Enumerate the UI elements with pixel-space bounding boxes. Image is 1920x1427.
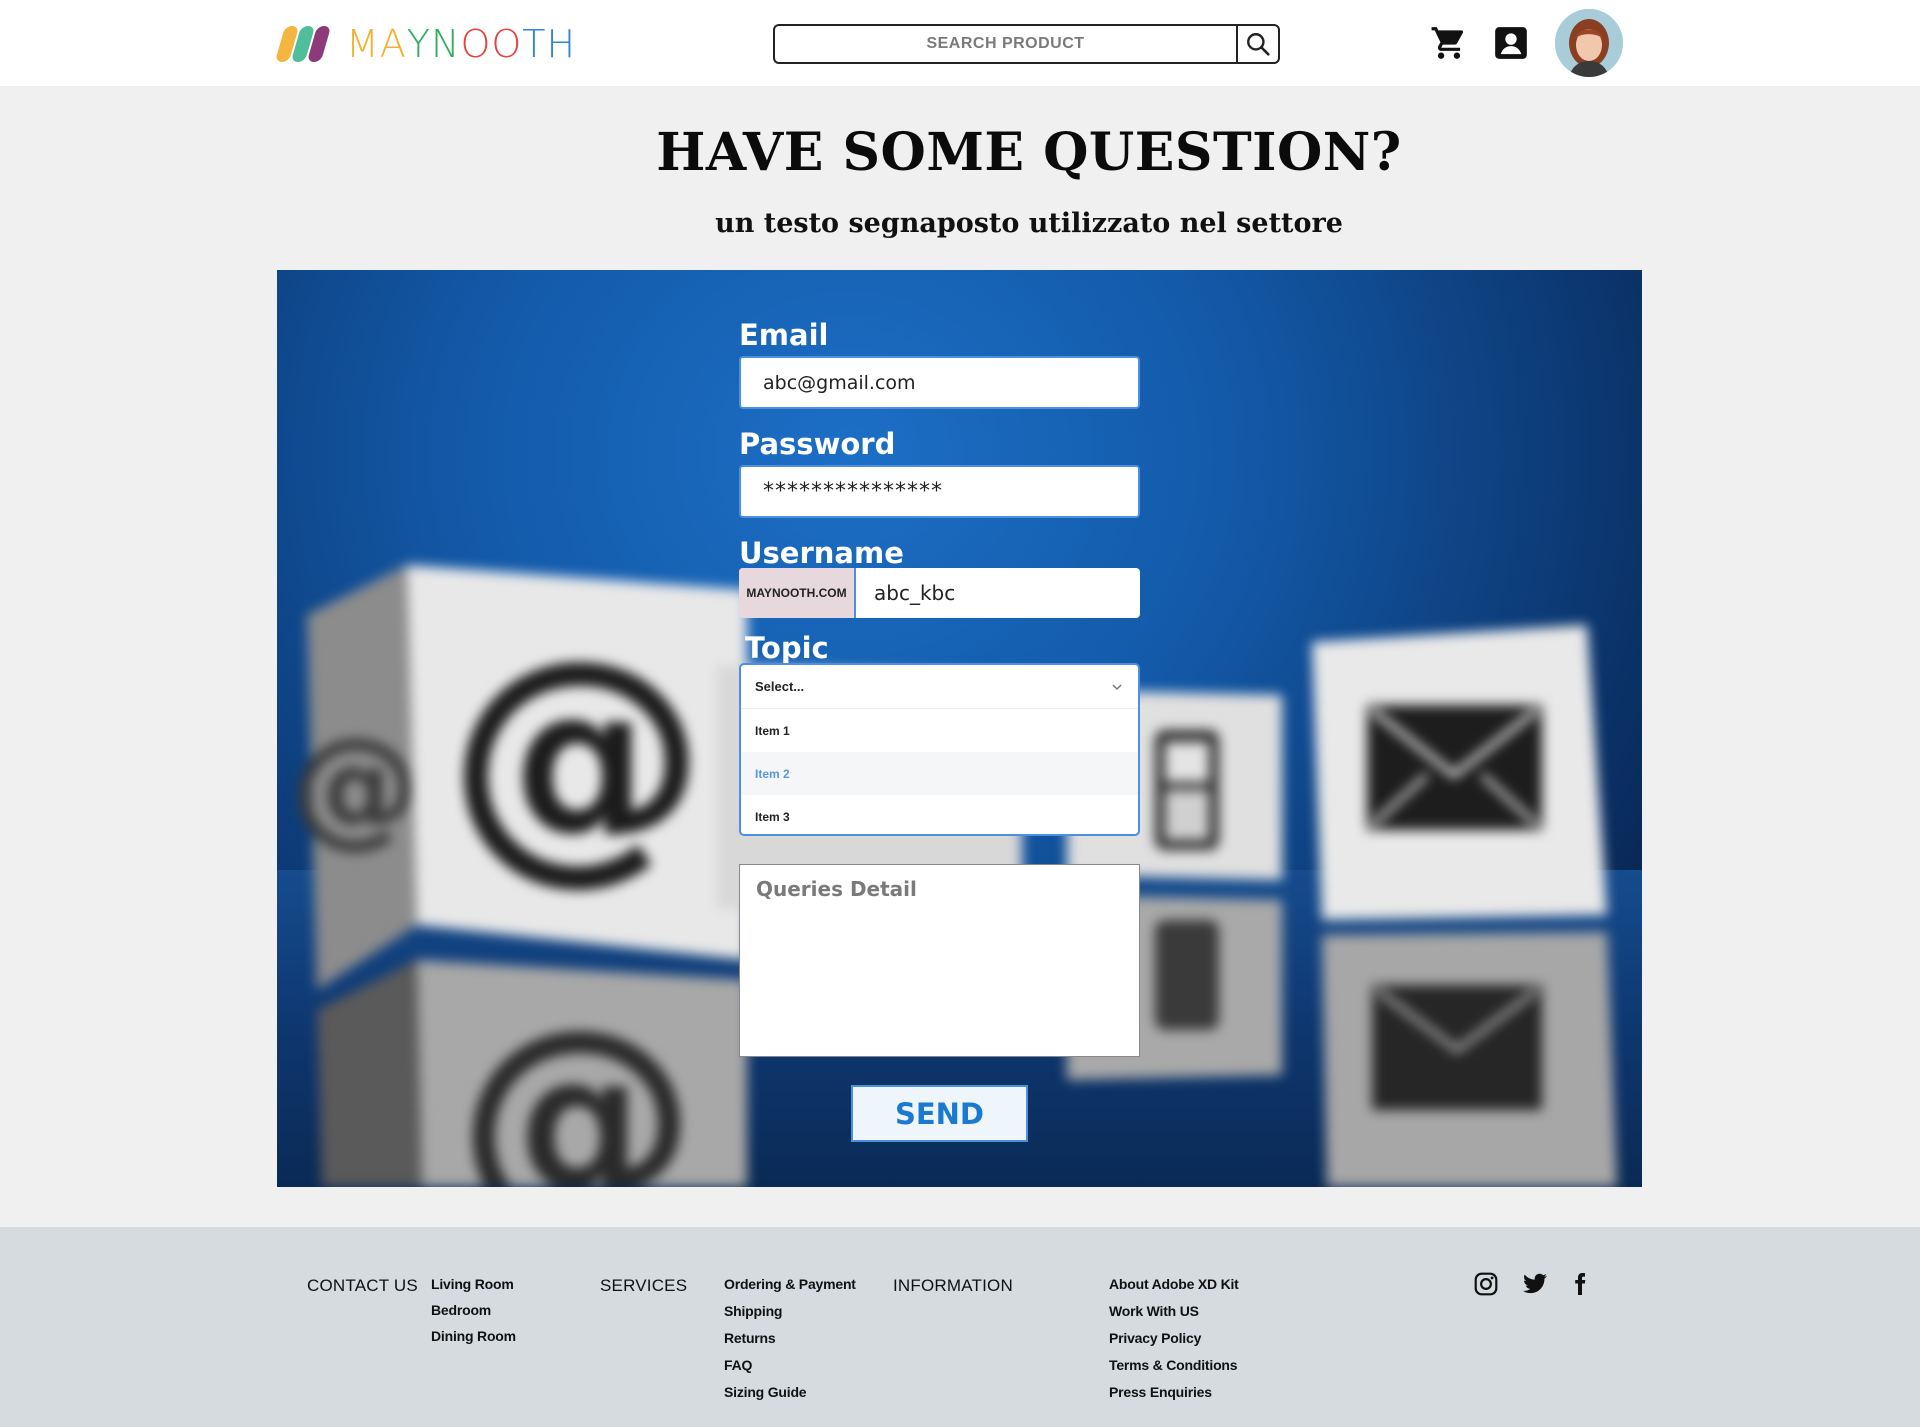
site-footer: CONTACT US Living Room Bedroom Dining Ro… xyxy=(0,1227,1920,1427)
contact-form: Email abc@gmail.com Password ***********… xyxy=(277,270,1642,1187)
search-icon xyxy=(1247,33,1270,56)
topic-option[interactable]: Item 2 xyxy=(741,752,1138,795)
avatar[interactable] xyxy=(1555,9,1623,77)
site-header: M A Y N O O T H xyxy=(0,0,1920,86)
footer-services-links: Ordering & Payment Shipping Returns FAQ … xyxy=(724,1276,856,1411)
send-button[interactable]: SEND xyxy=(851,1085,1028,1142)
topic-option[interactable]: Item 3 xyxy=(741,795,1138,834)
twitter-icon[interactable] xyxy=(1521,1271,1549,1297)
footer-link[interactable]: Ordering & Payment xyxy=(724,1276,856,1303)
username-label: Username xyxy=(739,536,904,570)
brand-letter: M xyxy=(346,22,380,66)
footer-link[interactable]: Returns xyxy=(724,1330,856,1357)
footer-link[interactable]: Work With US xyxy=(1109,1303,1239,1330)
brand-letter: A xyxy=(379,22,407,66)
search-input[interactable] xyxy=(775,26,1236,62)
brand-letter: T xyxy=(522,22,547,66)
footer-link[interactable]: FAQ xyxy=(724,1357,856,1384)
footer-link[interactable]: Shipping xyxy=(724,1303,856,1330)
email-label: Email xyxy=(739,318,829,352)
topic-select: Select... Item 1 Item 2 Item 3 xyxy=(739,663,1140,836)
footer-link[interactable]: Bedroom xyxy=(431,1302,516,1328)
footer-link[interactable]: Press Enquiries xyxy=(1109,1384,1239,1411)
chevron-down-icon xyxy=(1112,683,1122,690)
password-field[interactable]: *************** xyxy=(739,465,1140,518)
brand-letter: H xyxy=(546,22,577,66)
footer-heading-contact: CONTACT US xyxy=(307,1276,418,1295)
search-bar xyxy=(773,24,1280,64)
logo-mark-icon xyxy=(274,24,332,64)
instagram-icon[interactable] xyxy=(1473,1271,1499,1297)
page-title: HAVE SOME QUESTION? xyxy=(656,122,1402,183)
footer-contact-links: Living Room Bedroom Dining Room xyxy=(431,1276,516,1354)
username-field: MAYNOOTH.COM abc_kbc xyxy=(739,568,1140,618)
footer-link[interactable]: About Adobe XD Kit xyxy=(1109,1276,1239,1303)
username-prefix: MAYNOOTH.COM xyxy=(739,568,856,618)
brand-letter: N xyxy=(431,22,461,66)
brand-logo[interactable]: M A Y N O O T H xyxy=(274,22,576,66)
brand-name: M A Y N O O T H xyxy=(346,22,576,66)
password-label: Password xyxy=(739,427,896,461)
brand-letter: O xyxy=(491,22,523,66)
footer-information-links: About Adobe XD Kit Work With US Privacy … xyxy=(1109,1276,1239,1411)
search-button[interactable] xyxy=(1236,26,1278,62)
cart-icon[interactable] xyxy=(1430,24,1468,62)
footer-link[interactable]: Living Room xyxy=(431,1276,516,1302)
contact-hero: @ @ @ Email abc@gmail.com Password *****… xyxy=(277,270,1642,1187)
account-icon[interactable] xyxy=(1492,24,1530,62)
page-subtitle: un testo segnaposto utilizzato nel setto… xyxy=(715,208,1343,239)
footer-link[interactable]: Dining Room xyxy=(431,1328,516,1354)
footer-link[interactable]: Sizing Guide xyxy=(724,1384,856,1411)
footer-link[interactable]: Privacy Policy xyxy=(1109,1330,1239,1357)
topic-select-toggle[interactable]: Select... xyxy=(741,665,1138,709)
footer-link[interactable]: Terms & Conditions xyxy=(1109,1357,1239,1384)
email-field[interactable]: abc@gmail.com xyxy=(739,356,1140,409)
facebook-icon[interactable] xyxy=(1568,1271,1592,1297)
user-photo xyxy=(1555,9,1623,77)
username-input[interactable]: abc_kbc xyxy=(856,568,1140,618)
brand-letter: O xyxy=(460,22,492,66)
topic-option[interactable]: Item 1 xyxy=(741,709,1138,752)
footer-heading-information: INFORMATION xyxy=(893,1276,1013,1295)
queries-textarea[interactable]: Queries Detail xyxy=(739,864,1140,1057)
brand-letter: Y xyxy=(406,22,432,66)
footer-heading-services: SERVICES xyxy=(600,1276,688,1295)
topic-label: Topic xyxy=(745,631,829,665)
topic-select-value: Select... xyxy=(755,679,805,694)
